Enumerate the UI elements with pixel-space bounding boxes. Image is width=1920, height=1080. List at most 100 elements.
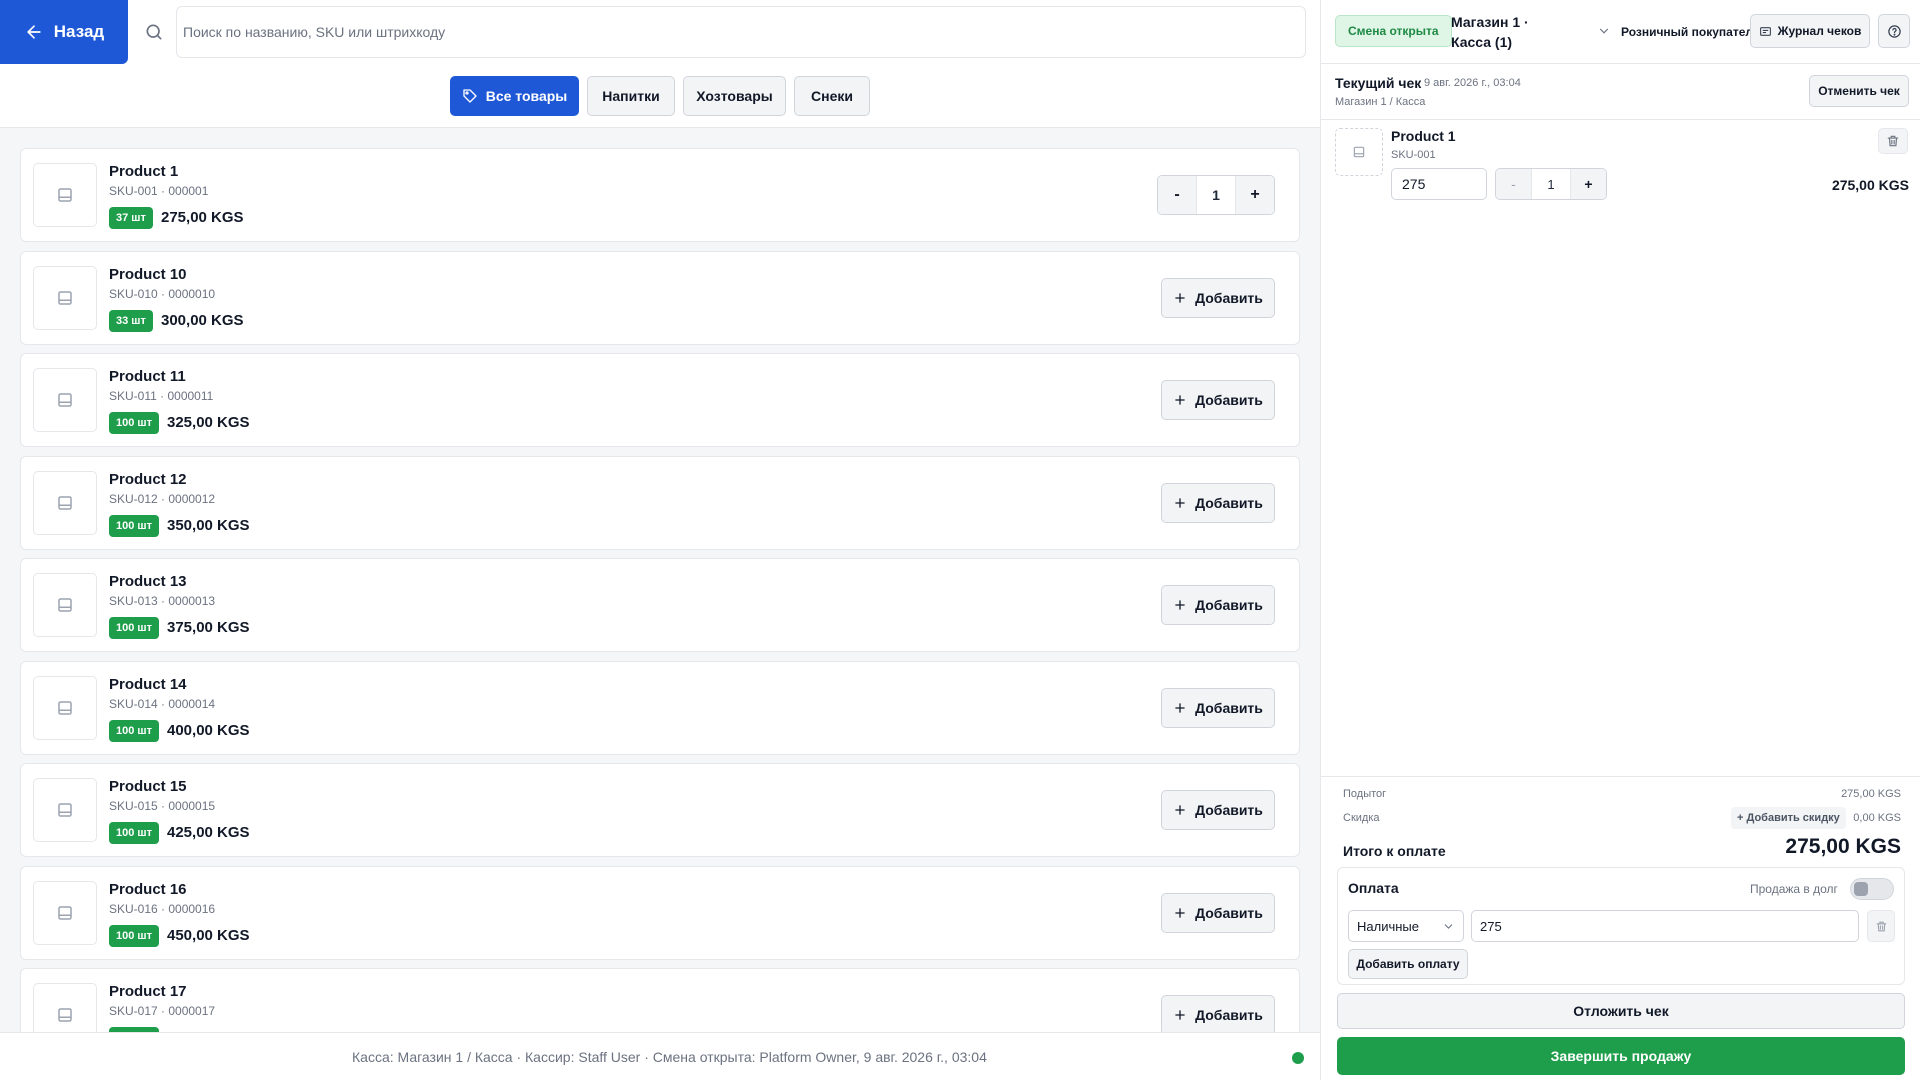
postpone-receipt-button[interactable]: Отложить чек [1337,993,1905,1029]
top-bar: Назад [0,0,1320,64]
plus-icon [1175,805,1185,815]
add-label: Добавить [1195,700,1263,716]
product-card[interactable]: Product 15 SKU-015 · 0000015 100 шт 425,00 … [20,763,1300,857]
image-placeholder-icon [58,188,72,202]
product-card[interactable]: Product 16 SKU-016 · 0000016 100 шт 450,00 … [20,866,1300,960]
product-name: Product 13 [109,573,187,590]
finish-sale-button[interactable]: Завершить продажу [1337,1037,1905,1075]
receipt-store: Магазин 1 / Касса [1335,96,1426,108]
product-sku: SKU-001 · 000001 [109,184,209,198]
help-button[interactable] [1878,14,1910,48]
decrease-quantity-button[interactable]: - [1496,169,1531,199]
plus-icon [1175,1010,1185,1020]
product-image-placeholder [33,983,97,1032]
add-to-cart-button[interactable]: Добавить [1161,483,1275,523]
category-label: Все товары [485,88,568,104]
store-register-select[interactable]: Магазин 1 · Касса (1) [1451,12,1613,52]
product-card[interactable]: Product 17SKU-017 · 0000017100 шт475,00 … [20,968,1300,1032]
add-label: Добавить [1195,1007,1263,1023]
stock-badge: 37 шт [109,207,153,229]
category-all[interactable]: Все товары [450,76,579,116]
category-drinks[interactable]: Напитки [587,76,675,116]
payment-method-value: Наличные [1357,918,1419,934]
plus-icon [1175,703,1185,713]
payment-title: Оплата [1348,880,1399,896]
image-placeholder-icon [58,701,72,715]
trash-icon [1887,135,1899,147]
category-label: Снеки [811,88,853,104]
arrow-left-icon [27,25,41,39]
customer-label: Розничный покупатель [1621,25,1761,39]
product-quantity: 1 [1196,176,1236,214]
increase-quantity-button[interactable]: + [1236,176,1274,214]
add-payment-button[interactable]: Добавить оплату [1348,949,1468,979]
product-card[interactable]: Product 12 SKU-012 · 0000012 100 шт 350,00 … [20,456,1300,550]
catalog-pane: Назад Все товары Напитки Хозтовары Снеки… [0,0,1320,1080]
add-to-cart-button[interactable]: Добавить [1161,893,1275,933]
discount-value: 0,00 KGS [1853,812,1901,824]
product-card[interactable]: Product 10 SKU-010 · 0000010 33 шт 300,00 K… [20,251,1300,345]
category-label: Хозтовары [696,88,773,104]
product-sku: SKU-010 · 0000010 [109,287,216,301]
category-household[interactable]: Хозтовары [683,76,786,116]
search-icon [146,24,162,40]
add-to-cart-button[interactable]: Добавить [1161,278,1275,318]
add-to-cart-button[interactable]: Добавить [1161,380,1275,420]
product-price: 400,00 KGS [167,722,250,739]
receipt-title: Текущий чек [1335,75,1422,91]
add-to-cart-button[interactable]: Добавить [1161,585,1275,625]
payment-method-select[interactable]: Наличные [1348,910,1464,942]
chevron-down-icon [1599,28,1609,34]
stock-badge: 100 шт [109,822,159,844]
product-card[interactable]: Product 11 SKU-011 · 0000011 100 шт 325,00 … [20,353,1300,447]
cart-item-price-input[interactable] [1391,168,1487,200]
total-due-value: 275,00 KGS [1785,835,1901,858]
search-input[interactable] [176,6,1306,58]
product-card[interactable]: Product 1 SKU-001 · 000001 37 шт 275,00 KGS… [20,148,1300,242]
receipt-journal-button[interactable]: Журнал чеков [1750,14,1870,48]
increase-quantity-button[interactable]: + [1571,169,1606,199]
tag-icon [463,89,477,103]
add-to-cart-button[interactable]: Добавить [1161,790,1275,830]
payment-section: Оплата Продажа в долг Наличные Добавить … [1337,867,1905,985]
remove-item-button[interactable] [1878,128,1908,154]
receipt-summary: Подытог 275,00 KGS Скидка + Добавить ски… [1321,776,1920,1080]
stock-badge: 100 шт [109,412,159,434]
product-card[interactable]: Product 14 SKU-014 · 0000014 100 шт 400,00 … [20,661,1300,755]
product-sku: SKU-016 · 0000016 [109,902,216,916]
total-due-label: Итого к оплате [1343,843,1446,859]
product-image-placeholder [33,266,97,330]
receipt-date: 9 авг. 2026 г., 03:04 [1424,77,1521,89]
product-name: Product 16 [109,881,187,898]
cart-item-total: 275,00 KGS [1831,177,1909,193]
product-card[interactable]: Product 13 SKU-013 · 0000013 100 шт 375,00 … [20,558,1300,652]
debt-sale-toggle[interactable] [1850,878,1894,900]
product-name: Product 1 [109,163,179,180]
online-status-indicator [1292,1052,1304,1064]
decrease-quantity-button[interactable]: - [1158,176,1196,214]
subtotal-value: 275,00 KGS [1841,788,1901,800]
cancel-receipt-button[interactable]: Отменить чек [1809,75,1909,107]
product-sku: SKU-017 · 0000017 [109,1004,216,1018]
back-button[interactable]: Назад [0,0,128,64]
product-sku: SKU-011 · 0000011 [109,389,214,403]
category-snacks[interactable]: Снеки [794,76,870,116]
product-name: Product 14 [109,676,187,693]
product-name: Product 17 [109,983,187,1000]
cart-item-name: Product 1 [1391,128,1456,144]
add-to-cart-button[interactable]: Добавить [1161,688,1275,728]
product-name: Product 15 [109,778,187,795]
image-placeholder-icon [58,1008,72,1022]
image-placeholder-icon [58,598,72,612]
remove-payment-button[interactable] [1867,910,1895,942]
payment-amount-input[interactable] [1471,910,1859,942]
add-to-cart-button[interactable]: Добавить [1161,995,1275,1032]
debt-sale-label: Продажа в долг [1750,882,1838,896]
product-image-placeholder [33,778,97,842]
status-text: Касса: Магазин 1 / Касса · Кассир: Staff… [352,1049,987,1065]
add-discount-button[interactable]: + Добавить скидку [1731,807,1846,829]
add-label: Добавить [1195,802,1263,818]
image-placeholder-icon [58,291,72,305]
product-price: 450,00 KGS [167,927,250,944]
product-name: Product 10 [109,266,187,283]
